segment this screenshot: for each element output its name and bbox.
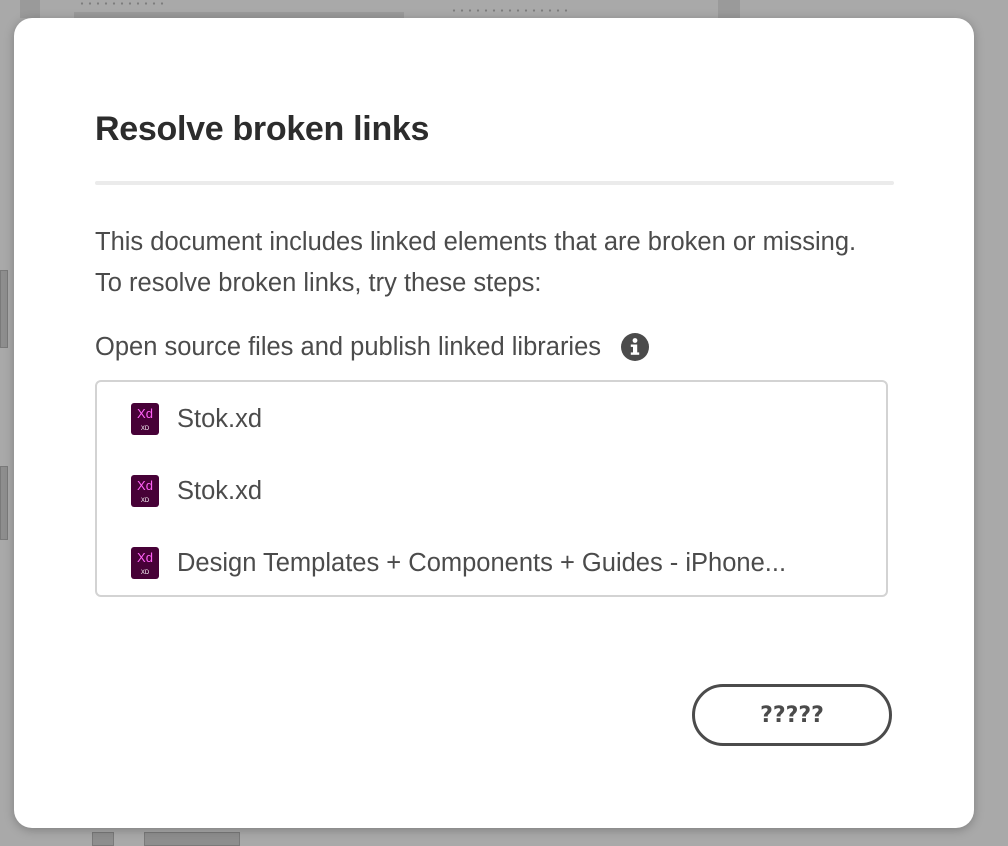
background-thumbnail xyxy=(0,270,8,348)
background-scroll-thumb xyxy=(718,0,740,18)
dialog-description: This document includes linked elements t… xyxy=(95,228,857,297)
list-item[interactable]: Xd XD Stok.xd xyxy=(131,471,871,511)
svg-text:XD: XD xyxy=(141,426,150,432)
xd-file-icon: Xd XD xyxy=(131,403,159,435)
svg-text:Xd: Xd xyxy=(137,406,153,421)
svg-text:Xd: Xd xyxy=(137,478,153,493)
info-circle-icon[interactable] xyxy=(621,333,650,361)
resolve-broken-links-dialog: Resolve broken links This document inclu… xyxy=(14,18,974,828)
background-toolbar-dots xyxy=(450,9,570,12)
svg-text:XD: XD xyxy=(141,498,150,504)
title-divider xyxy=(95,181,894,185)
section-label: Open source files and publish linked lib… xyxy=(95,332,602,361)
list-item[interactable]: Xd XD Stok.xd xyxy=(131,399,871,439)
list-item[interactable]: Xd XD Design Templates + Components + Gu… xyxy=(131,543,871,583)
background-edge xyxy=(20,0,40,18)
section-header: Open source files and publish linked lib… xyxy=(95,329,650,365)
xd-file-icon: Xd XD xyxy=(131,475,159,507)
file-name: Design Templates + Components + Guides -… xyxy=(177,548,787,577)
ok-button[interactable]: ????? xyxy=(692,684,892,746)
svg-text:Xd: Xd xyxy=(137,550,153,565)
svg-text:XD: XD xyxy=(141,570,150,576)
background-toolbar-dots xyxy=(78,2,168,5)
dialog-title: Resolve broken links xyxy=(95,110,430,148)
background-thumbnail xyxy=(0,466,8,540)
file-name: Stok.xd xyxy=(177,476,263,505)
source-files-list[interactable]: Xd XD Stok.xd Xd XD Stok.xd Xd XD Design… xyxy=(95,380,888,597)
xd-file-icon: Xd XD xyxy=(131,547,159,579)
file-name: Stok.xd xyxy=(177,404,263,433)
